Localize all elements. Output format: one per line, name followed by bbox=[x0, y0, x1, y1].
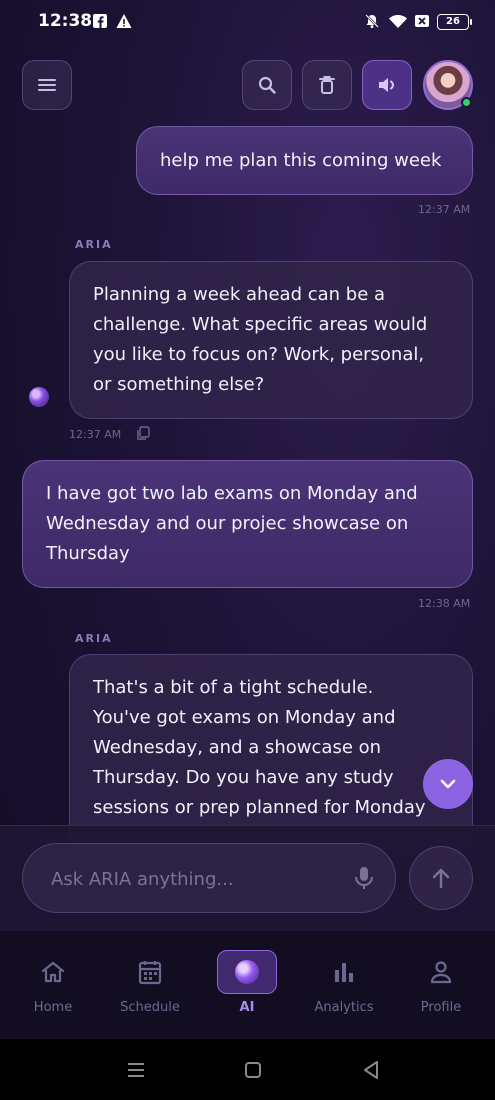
nav-icon-wrap bbox=[23, 950, 83, 994]
status-bar: 12:38 26 bbox=[0, 0, 495, 44]
system-navigation-bar bbox=[0, 1039, 495, 1100]
assistant-label: ARIA bbox=[75, 632, 113, 645]
home-icon bbox=[41, 961, 65, 983]
speaker-icon bbox=[379, 78, 395, 92]
assistant-label: ARIA bbox=[75, 238, 113, 251]
person-icon bbox=[430, 961, 452, 984]
nav-label: Profile bbox=[420, 1000, 462, 1015]
facebook-icon bbox=[93, 14, 107, 28]
home-button-icon[interactable] bbox=[244, 1061, 262, 1079]
nav-label: Schedule bbox=[120, 1000, 180, 1015]
arrow-up-icon bbox=[432, 868, 450, 889]
message-line: Wednesday and our projec showcase on bbox=[46, 513, 409, 534]
battery-indicator: 26 bbox=[437, 14, 472, 30]
nav-ai[interactable]: AI bbox=[202, 950, 292, 1020]
message-text: That's a bit of a tight schedule. You've… bbox=[93, 673, 426, 823]
bell-muted-icon bbox=[365, 14, 379, 28]
warning-icon bbox=[116, 14, 132, 28]
message-line: or something else? bbox=[93, 374, 265, 395]
trash-icon bbox=[319, 76, 335, 94]
message-timestamp: 12:37 AM bbox=[418, 203, 471, 216]
message-text: I have got two lab exams on Monday and W… bbox=[46, 479, 418, 569]
message-line: Wednesday, and a showcase on bbox=[93, 737, 382, 758]
nav-icon-wrap bbox=[411, 950, 471, 994]
scroll-to-bottom-button[interactable] bbox=[423, 759, 473, 809]
clear-chat-button[interactable] bbox=[302, 60, 352, 110]
menu-icon bbox=[38, 79, 56, 91]
microphone-icon[interactable] bbox=[352, 865, 376, 891]
calendar-icon bbox=[138, 961, 162, 985]
nav-icon-wrap bbox=[120, 950, 180, 994]
voice-toggle-button[interactable] bbox=[362, 60, 412, 110]
assistant-message-bubble: Planning a week ahead can be a challenge… bbox=[69, 261, 473, 419]
wifi-icon bbox=[389, 15, 407, 28]
search-icon bbox=[258, 76, 276, 94]
ai-orb-icon bbox=[29, 387, 49, 407]
message-input[interactable] bbox=[51, 864, 341, 894]
message-line: I have got two lab exams on Monday and bbox=[46, 483, 418, 504]
status-time: 12:38 bbox=[38, 11, 93, 31]
message-line: You've got exams on Monday and bbox=[93, 707, 396, 728]
nav-label: Home bbox=[33, 1000, 73, 1015]
ai-orb-icon bbox=[235, 960, 259, 984]
nav-profile[interactable]: Profile bbox=[396, 950, 486, 1020]
nav-label: AI bbox=[239, 1000, 255, 1015]
bar-chart-icon bbox=[335, 963, 353, 982]
message-text: help me plan this coming week bbox=[160, 150, 442, 171]
app-screen: 12:38 26 help me plan this coming week 1… bbox=[0, 0, 495, 1100]
assistant-message-bubble: That's a bit of a tight schedule. You've… bbox=[69, 654, 473, 854]
message-line: Thursday. Do you have any study bbox=[93, 767, 394, 788]
user-message-bubble: help me plan this coming week bbox=[136, 126, 473, 195]
chevron-down-icon bbox=[440, 779, 456, 789]
message-line: sessions or prep planned for Monday bbox=[93, 797, 426, 818]
recents-icon[interactable] bbox=[126, 1061, 146, 1079]
nav-schedule[interactable]: Schedule bbox=[105, 950, 195, 1020]
online-status-dot bbox=[461, 97, 472, 108]
nav-icon-wrap bbox=[314, 950, 374, 994]
copy-icon[interactable] bbox=[136, 426, 150, 441]
message-input-container[interactable] bbox=[22, 843, 396, 913]
message-line: Thursday bbox=[46, 543, 130, 564]
message-line: That's a bit of a tight schedule. bbox=[93, 677, 374, 698]
sim-icon bbox=[415, 15, 429, 27]
message-timestamp: 12:37 AM bbox=[69, 428, 122, 441]
message-text: Planning a week ahead can be a challenge… bbox=[93, 280, 427, 400]
nav-analytics[interactable]: Analytics bbox=[299, 950, 389, 1020]
message-line: challenge. What specific areas would bbox=[93, 314, 428, 335]
search-button[interactable] bbox=[242, 60, 292, 110]
menu-button[interactable] bbox=[22, 60, 72, 110]
nav-home[interactable]: Home bbox=[8, 950, 98, 1020]
nav-icon-wrap bbox=[217, 950, 277, 994]
send-button[interactable] bbox=[409, 846, 473, 910]
user-message-bubble: I have got two lab exams on Monday and W… bbox=[22, 460, 473, 588]
back-icon[interactable] bbox=[362, 1060, 380, 1080]
nav-label: Analytics bbox=[314, 1000, 374, 1015]
message-line: Planning a week ahead can be a bbox=[93, 284, 386, 305]
message-timestamp: 12:38 AM bbox=[418, 597, 471, 610]
message-line: you like to focus on? Work, personal, bbox=[93, 344, 425, 365]
